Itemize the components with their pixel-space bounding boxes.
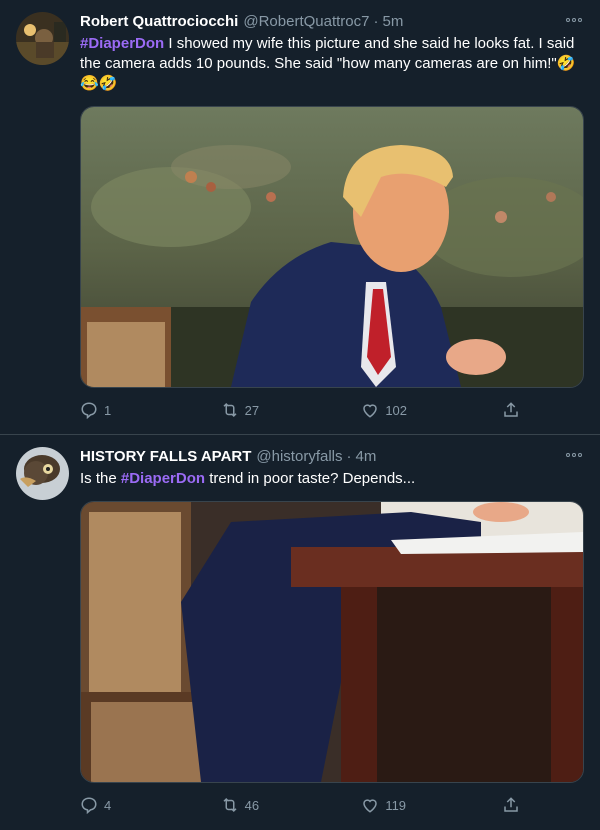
display-name[interactable]: HISTORY FALLS APART: [80, 447, 251, 467]
retweet-count: 27: [244, 402, 260, 418]
more-icon[interactable]: [564, 449, 584, 461]
tweet-actions: 4 46 119: [80, 793, 520, 817]
reply-button[interactable]: 4: [80, 793, 140, 817]
hashtag-link[interactable]: #DiaperDon: [80, 35, 164, 52]
avatar[interactable]: [16, 12, 69, 65]
timestamp[interactable]: 4m: [356, 447, 377, 467]
more-icon[interactable]: [564, 14, 584, 26]
share-button[interactable]: [502, 793, 520, 817]
heart-icon: [363, 404, 378, 418]
tweet-image[interactable]: [80, 106, 584, 388]
tweet-header: Robert Quattrociocchi @RobertQuattroc7 ·…: [80, 12, 584, 32]
display-name[interactable]: Robert Quattrociocchi: [80, 12, 238, 32]
retweet-icon: [223, 797, 237, 813]
reply-count: 4: [104, 797, 112, 813]
like-count: 119: [385, 797, 407, 813]
share-icon: [504, 402, 518, 417]
tweet[interactable]: Robert Quattrociocchi @RobertQuattroc7 ·…: [0, 0, 600, 435]
like-button[interactable]: 102: [361, 398, 421, 422]
retweet-button[interactable]: 27: [221, 398, 281, 422]
retweet-button[interactable]: 46: [221, 793, 281, 817]
avatar[interactable]: [16, 447, 69, 500]
handle[interactable]: @RobertQuattroc7: [243, 12, 369, 32]
retweet-count: 46: [244, 797, 260, 813]
reply-count: 1: [104, 402, 112, 418]
tweet-actions: 1 27 102: [80, 398, 520, 422]
share-button[interactable]: [502, 398, 520, 422]
like-count: 102: [385, 402, 408, 418]
tweet[interactable]: HISTORY FALLS APART @historyfalls · 4m I…: [0, 435, 600, 830]
tweet-text: #DiaperDon I showed my wife this picture…: [80, 34, 580, 94]
tweet-header: HISTORY FALLS APART @historyfalls · 4m: [80, 447, 584, 467]
hashtag-link[interactable]: #DiaperDon: [121, 470, 205, 487]
reply-button[interactable]: 1: [80, 398, 140, 422]
tweet-text-content: trend in poor taste? Depends...: [205, 470, 416, 487]
tweet-text-content: Is the: [80, 470, 121, 487]
separator: ·: [373, 13, 379, 30]
share-icon: [504, 797, 518, 812]
timestamp[interactable]: 5m: [382, 12, 403, 32]
heart-icon: [363, 799, 378, 813]
handle[interactable]: @historyfalls: [256, 447, 342, 467]
tweet-text: Is the #DiaperDon trend in poor taste? D…: [80, 469, 580, 489]
separator: ·: [346, 448, 352, 465]
tweet-image[interactable]: [80, 501, 584, 783]
reply-icon: [81, 797, 97, 814]
retweet-icon: [223, 402, 237, 418]
like-button[interactable]: 119: [361, 793, 421, 817]
reply-icon: [81, 402, 97, 419]
